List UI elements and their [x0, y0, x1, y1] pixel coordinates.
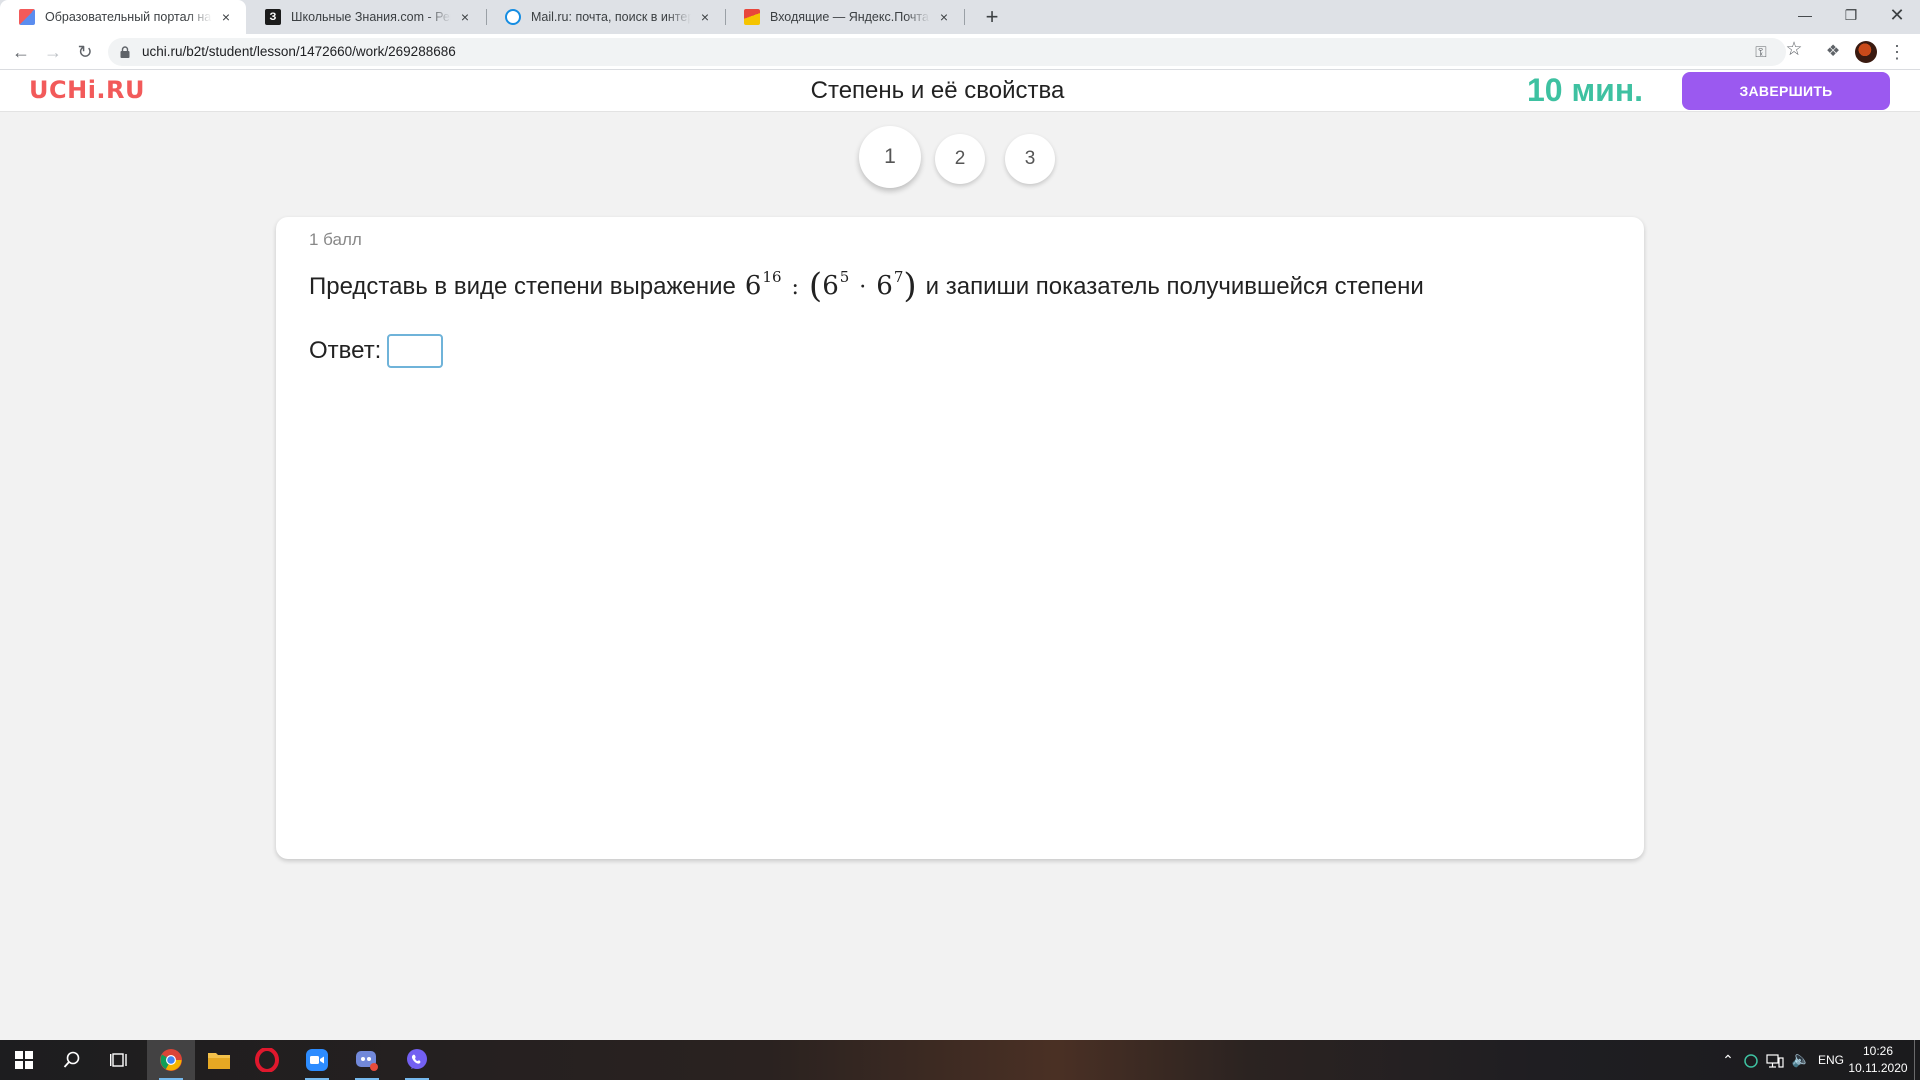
network-icon[interactable]	[1764, 1040, 1786, 1080]
timer: 10 мин.	[1527, 72, 1644, 108]
chrome-icon[interactable]	[147, 1040, 195, 1080]
window-close-icon[interactable]: ✕	[1874, 0, 1920, 30]
clock-date: 10.11.2020	[1848, 1061, 1908, 1075]
math-paren: )	[903, 266, 917, 306]
math-base: 6	[876, 271, 893, 301]
browser-tab-znanija[interactable]: З Школьные Знания.com - Решаем ×	[246, 0, 485, 34]
key-icon[interactable]: ⚿	[1750, 42, 1772, 64]
math-base: 6	[744, 271, 762, 301]
viber-icon[interactable]	[393, 1040, 441, 1080]
tab-close-icon[interactable]: ×	[697, 9, 713, 25]
discord-icon[interactable]	[343, 1040, 391, 1080]
browser-tab-mailru[interactable]: Mail.ru: почта, поиск в интернете ×	[486, 0, 725, 34]
task-view-icon[interactable]	[96, 1040, 144, 1080]
tab-close-icon[interactable]: ×	[218, 9, 234, 25]
answer-label: Ответ:	[309, 337, 382, 364]
browser-tab-uchi[interactable]: Образовательный портал на базе ×	[0, 0, 246, 34]
question-text: Представь в виде степени выражение 6 16 :…	[309, 266, 1424, 306]
system-clock[interactable]: 10:26 10.11.2020	[1848, 1043, 1908, 1077]
language-indicator[interactable]: ENG	[1816, 1040, 1846, 1080]
browser-tab-yandex-mail[interactable]: Входящие — Яндекс.Почта ×	[725, 0, 964, 34]
windows-start-icon[interactable]	[0, 1040, 48, 1080]
address-bar[interactable]: uchi.ru/b2t/student/lesson/1472660/work/…	[108, 38, 1786, 66]
uchi-favicon-icon	[19, 9, 35, 25]
extensions-puzzle-icon[interactable]: ❖	[1821, 40, 1845, 64]
new-tab-button[interactable]: +	[978, 3, 1006, 31]
volume-icon[interactable]: 🔈	[1790, 1040, 1812, 1080]
minimize-icon[interactable]: —	[1782, 0, 1828, 30]
tab-title: Входящие — Яндекс.Почта	[770, 10, 929, 24]
forward-arrow-icon[interactable]: →	[38, 37, 68, 67]
mailru-favicon-icon	[505, 9, 521, 25]
url-text: uchi.ru/b2t/student/lesson/1472660/work/…	[142, 44, 456, 59]
step-2-button[interactable]: 2	[935, 134, 985, 184]
tray-app-icon[interactable]	[1742, 1040, 1760, 1080]
windows-taskbar: ⌃ 🔈 ENG 10:26 10.11.2020	[0, 1040, 1920, 1080]
opera-icon[interactable]	[243, 1040, 291, 1080]
yandex-mail-favicon-icon	[744, 9, 760, 25]
site-header: UCHi.RU Степень и её свойства 10 мин. ЗА…	[0, 70, 1920, 112]
math-exponent: 5	[839, 268, 850, 286]
step-3-button[interactable]: 3	[1005, 134, 1055, 184]
step-1-button[interactable]: 1	[859, 126, 921, 188]
tray-chevron-up-icon[interactable]: ⌃	[1718, 1040, 1738, 1080]
tab-close-icon[interactable]: ×	[936, 9, 952, 25]
menu-kebab-icon[interactable]: ⋮	[1885, 40, 1909, 64]
question-prefix: Представь в виде степени выражение	[309, 273, 736, 300]
tab-title: Mail.ru: почта, поиск в интернете	[531, 10, 691, 24]
question-suffix: и запиши показатель получившейся степени	[925, 273, 1424, 300]
task-card: 1 балл Представь в виде степени выражени…	[276, 217, 1644, 859]
math-exponent: 7	[893, 268, 904, 286]
show-desktop-button[interactable]	[1914, 1040, 1920, 1080]
browser-toolbar: ← → ↻ uchi.ru/b2t/student/lesson/1472660…	[0, 34, 1920, 70]
profile-avatar[interactable]	[1855, 41, 1877, 63]
answer-input[interactable]	[387, 334, 444, 368]
znanija-favicon-icon: З	[265, 9, 281, 25]
math-operator: :	[791, 275, 799, 300]
browser-tab-strip: Образовательный портал на базе × З Школь…	[0, 0, 1920, 34]
search-icon[interactable]	[48, 1040, 96, 1080]
back-arrow-icon[interactable]: ←	[6, 37, 36, 67]
clock-time: 10:26	[1862, 1044, 1894, 1058]
tab-title: Школьные Знания.com - Решаем	[291, 10, 451, 24]
lock-icon	[120, 46, 130, 58]
zoom-icon[interactable]	[293, 1040, 341, 1080]
reload-icon[interactable]: ↻	[70, 37, 100, 67]
answer-row: Ответ:	[309, 334, 444, 368]
finish-button[interactable]: ЗАВЕРШИТЬ	[1682, 72, 1890, 110]
restore-icon[interactable]: ❐	[1828, 0, 1874, 30]
tab-title: Образовательный портал на базе	[45, 10, 212, 24]
task-points: 1 балл	[309, 230, 362, 249]
math-operator: ·	[859, 275, 867, 300]
math-base: 6	[822, 271, 839, 301]
tab-separator	[964, 9, 965, 25]
tab-close-icon[interactable]: ×	[457, 9, 473, 25]
bookmark-star-icon[interactable]: ☆	[1782, 38, 1806, 62]
math-paren: (	[808, 266, 823, 306]
math-exponent: 16	[762, 268, 782, 286]
math-expression: 6 16 : ( 65 · 67 )	[744, 266, 917, 306]
file-explorer-icon[interactable]	[195, 1040, 243, 1080]
